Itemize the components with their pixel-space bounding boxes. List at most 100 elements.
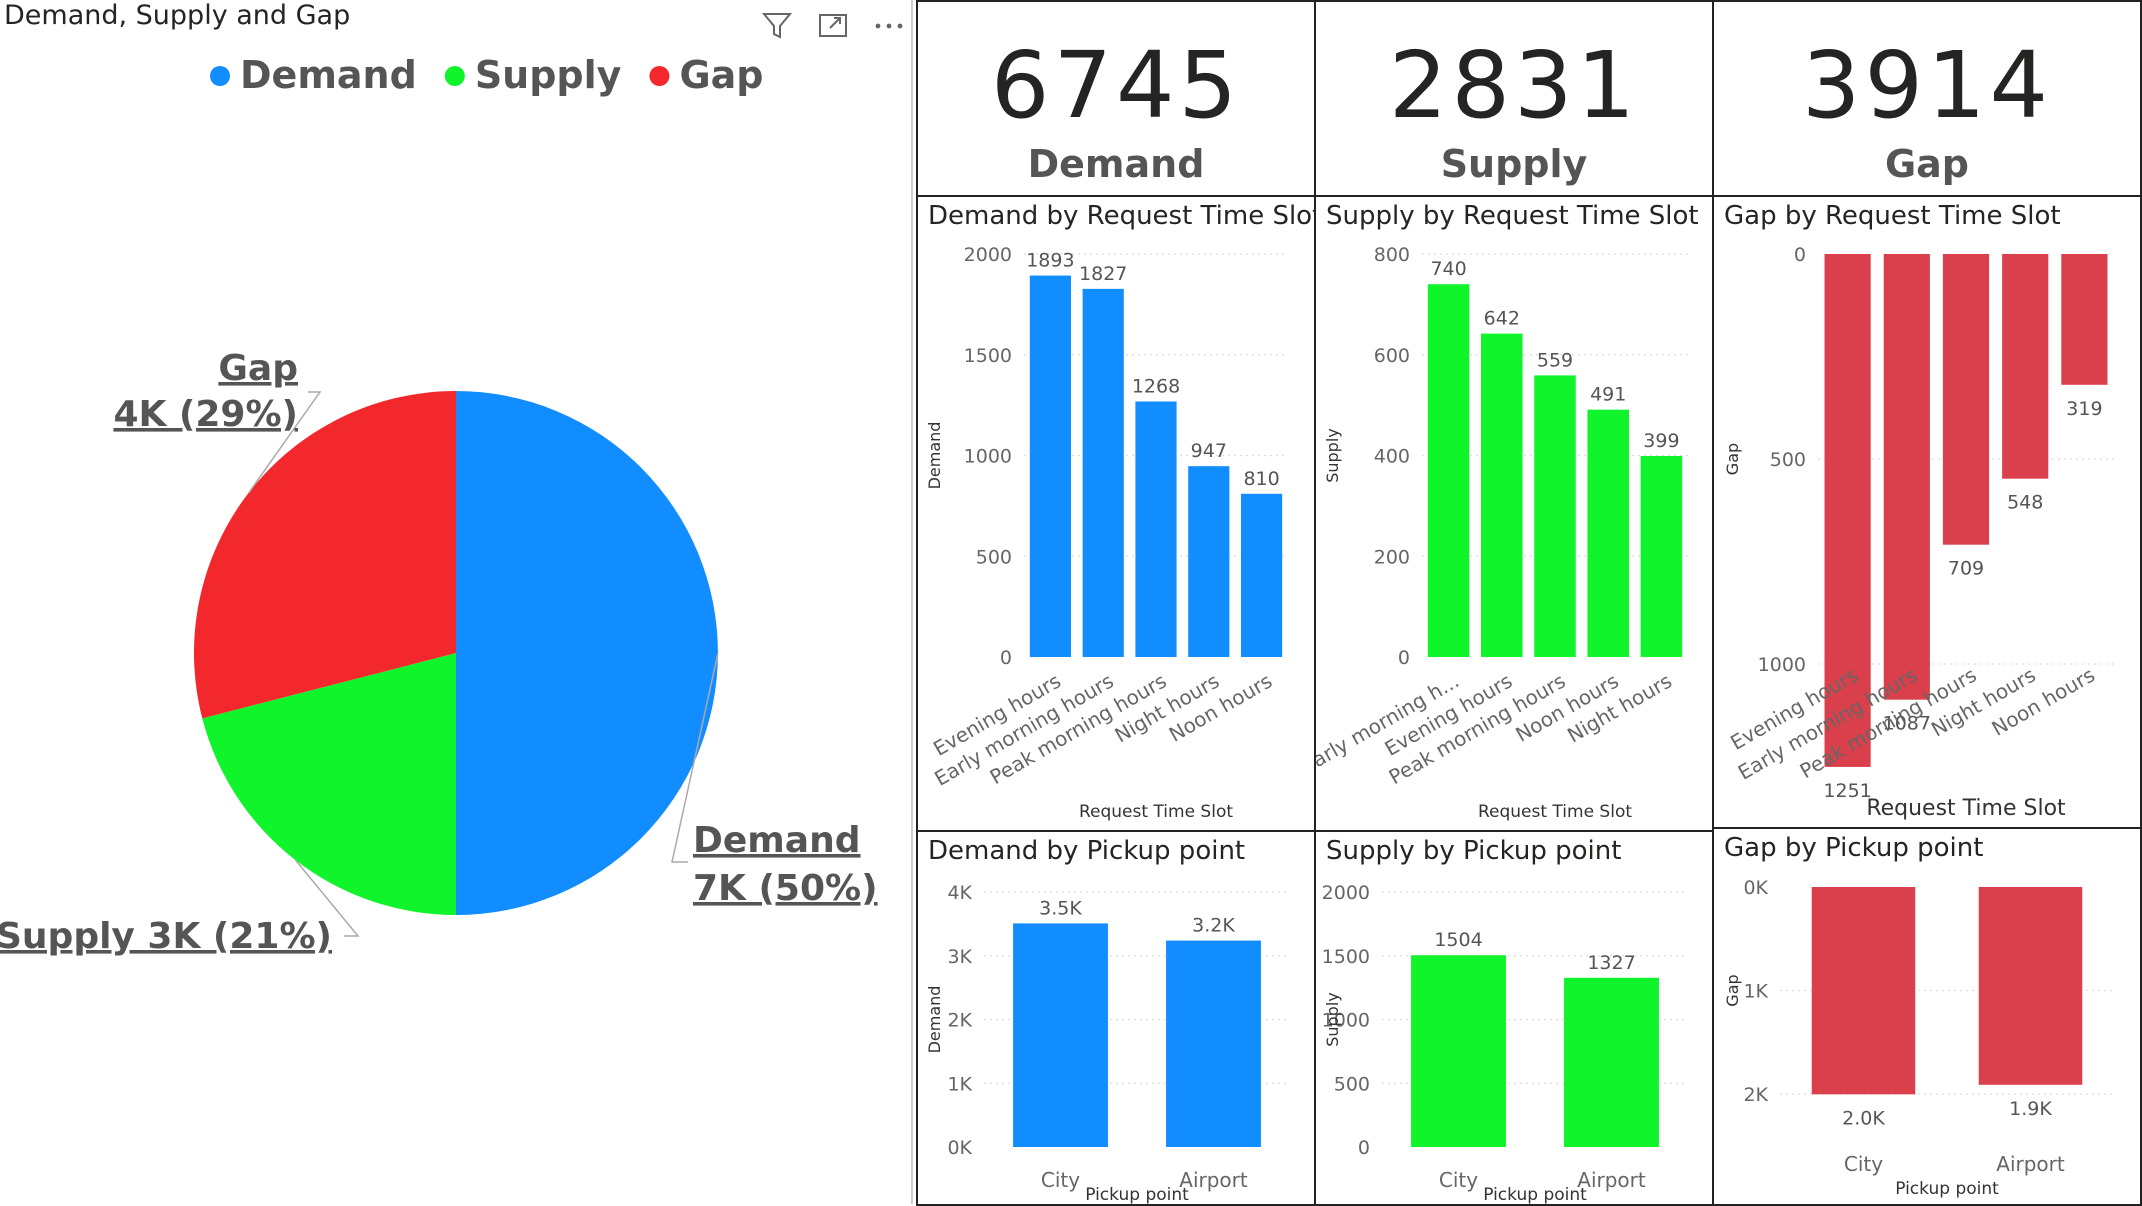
legend-label[interactable]: Demand <box>240 53 417 97</box>
data-label: 3.2K <box>1192 915 1235 937</box>
y-tick-label: 2000 <box>964 244 1012 266</box>
demand-by-time-slot-panel[interactable]: Demand by Request Time Slot 0 500 1000 1500… <box>916 195 1316 832</box>
demand-by-pickup-panel[interactable]: Demand by Pickup point 0K 1K 2K 3K 4K Demand 3… <box>916 830 1316 1206</box>
y-tick-label: 200 <box>1374 546 1410 568</box>
y-tick-label: 4K <box>947 882 972 904</box>
bar[interactable] <box>1241 493 1283 657</box>
supply-card-value: 2831 <box>1388 32 1640 139</box>
y-axis-label: Supply <box>1323 428 1342 483</box>
x-axis-label: Pickup point <box>1483 1185 1587 1205</box>
y-axis-label: Supply <box>1323 992 1342 1047</box>
bar[interactable] <box>1029 275 1071 657</box>
bar[interactable] <box>1587 409 1629 657</box>
x-axis-label: Pickup point <box>1895 1179 1999 1199</box>
y-tick-label: 2K <box>1743 1084 1768 1106</box>
y-tick-label: 1000 <box>964 446 1012 468</box>
x-axis-label: Request Time Slot <box>1079 802 1233 822</box>
bar[interactable] <box>1942 254 1990 545</box>
y-axis-label: Demand <box>925 422 944 490</box>
pie-data-label: Gap <box>218 348 298 389</box>
y-tick-label: 1500 <box>1322 946 1370 968</box>
bar[interactable] <box>1978 887 2083 1085</box>
legend-label[interactable]: Supply <box>475 53 622 97</box>
bar[interactable] <box>1411 955 1506 1147</box>
legend-marker[interactable] <box>444 66 465 86</box>
gap-by-pickup-chart: 0K 1K 2K Gap 2.0K City 1.9K Airport Pickup point <box>1723 877 2114 1199</box>
x-tick-label: Airport <box>1577 1168 1646 1192</box>
data-label: 399 <box>1643 430 1679 452</box>
data-label: 709 <box>1948 558 1984 580</box>
supply-by-time-slot-panel[interactable]: Supply by Request Time Slot 0 200 400 600 80… <box>1314 195 1714 832</box>
gap-by-pickup-panel[interactable]: Gap by Pickup point 0K 1K 2K Gap 2.0K City 1.9… <box>1712 827 2142 1206</box>
data-label: 1268 <box>1132 375 1180 397</box>
data-label: 1504 <box>1434 929 1482 951</box>
supply-by-time-slot-chart: 0200400600800Supply740Early morning h...… <box>1316 244 1688 822</box>
x-axis-label: Request Time Slot <box>1478 802 1632 822</box>
y-tick-label: 0K <box>947 1137 972 1159</box>
demand-by-pickup-chart: 0K 1K 2K 3K 4K Demand 3.5K City 3.2K AirportPicku… <box>925 882 1290 1205</box>
bar[interactable] <box>1082 288 1124 657</box>
gap-by-time-slot-chart: 05001000Gap1251Evening hours 1087Early mo… <box>1723 244 2114 821</box>
y-axis-label: Gap <box>1723 443 1742 475</box>
y-tick-label: 1500 <box>964 345 1012 367</box>
bar[interactable] <box>1481 333 1523 657</box>
bar[interactable] <box>2002 254 2049 479</box>
bar[interactable] <box>1188 466 1230 657</box>
y-axis-label: Demand <box>925 986 944 1054</box>
y-tick-label: 0K <box>1743 877 1768 899</box>
y-tick-label: 0 <box>1000 647 1012 669</box>
data-label: 1893 <box>1026 250 1074 272</box>
data-label: 642 <box>1484 308 1520 330</box>
y-tick-label: 1K <box>1743 981 1768 1003</box>
x-tick-label: City <box>1041 1168 1080 1192</box>
pie-data-label: 4K (29%) <box>113 394 298 435</box>
bar[interactable] <box>1811 887 1916 1095</box>
legend-marker[interactable] <box>649 66 670 86</box>
y-tick-label: 1K <box>947 1073 972 1095</box>
bar[interactable] <box>1640 456 1683 657</box>
bar[interactable] <box>1427 284 1470 657</box>
data-label: 491 <box>1590 384 1626 406</box>
data-label: 1251 <box>1823 780 1871 802</box>
pie-slice-demand[interactable] <box>456 391 718 915</box>
supply-by-pickup-panel[interactable]: Supply by Pickup point 0 500 1000 1500 2000 S… <box>1314 830 1714 1206</box>
demand-card: 6745 Demand <box>916 0 1316 197</box>
bar[interactable] <box>1564 977 1659 1147</box>
bar[interactable] <box>1013 923 1108 1147</box>
y-tick-label: 0 <box>1398 647 1410 669</box>
legend-marker[interactable] <box>210 66 230 86</box>
bar[interactable] <box>1166 940 1261 1147</box>
y-tick-label: 800 <box>1374 244 1410 266</box>
y-tick-label: 500 <box>1334 1073 1370 1095</box>
x-axis-label: Pickup point <box>1085 1185 1189 1205</box>
x-axis-label: Request Time Slot <box>1866 796 2066 821</box>
bar[interactable] <box>1883 254 1930 700</box>
legend-label[interactable]: Gap <box>679 53 763 97</box>
pie-data-label: Supply 3K (21%) <box>0 916 332 957</box>
data-label: 1827 <box>1079 263 1127 285</box>
y-tick-label: 0 <box>1794 244 1806 266</box>
data-label: 810 <box>1243 468 1279 490</box>
y-tick-label: 2K <box>947 1010 972 1032</box>
x-tick-label: Airport <box>1996 1152 2065 1176</box>
data-label: 947 <box>1191 440 1227 462</box>
supply-card-label: Supply <box>1440 142 1588 186</box>
data-label: 1327 <box>1587 952 1635 974</box>
supply-by-pickup-chart: 0500100015002000Supply1504City1327Airpor… <box>1322 882 1688 1205</box>
y-tick-label: 600 <box>1374 345 1410 367</box>
gap-card-label: Gap <box>1884 142 1970 186</box>
x-tick-label: City <box>1439 1168 1478 1192</box>
data-label: 548 <box>2007 492 2043 514</box>
pie-chart: Demand Supply Gap Demand 7K (50%) Supply 3K (… <box>0 53 878 957</box>
gap-by-time-slot-panel[interactable]: Gap by Request Time Slot 0 500 1000 Gap 1251… <box>1712 195 2142 829</box>
gap-card-value: 3914 <box>1801 32 2053 139</box>
demand-card-label: Demand <box>1027 142 1205 186</box>
pie-chart-panel[interactable]: Demand, Supply and Gap Demand Supply Gap De… <box>0 0 913 1204</box>
bar[interactable] <box>1534 375 1576 657</box>
bar[interactable] <box>2061 254 2108 385</box>
bar[interactable] <box>1135 401 1177 657</box>
y-tick-label: 2000 <box>1322 882 1370 904</box>
demand-card-value: 6745 <box>990 32 1242 139</box>
supply-card: 2831 Supply <box>1314 0 1714 197</box>
gap-card: 3914 Gap <box>1712 0 2142 197</box>
